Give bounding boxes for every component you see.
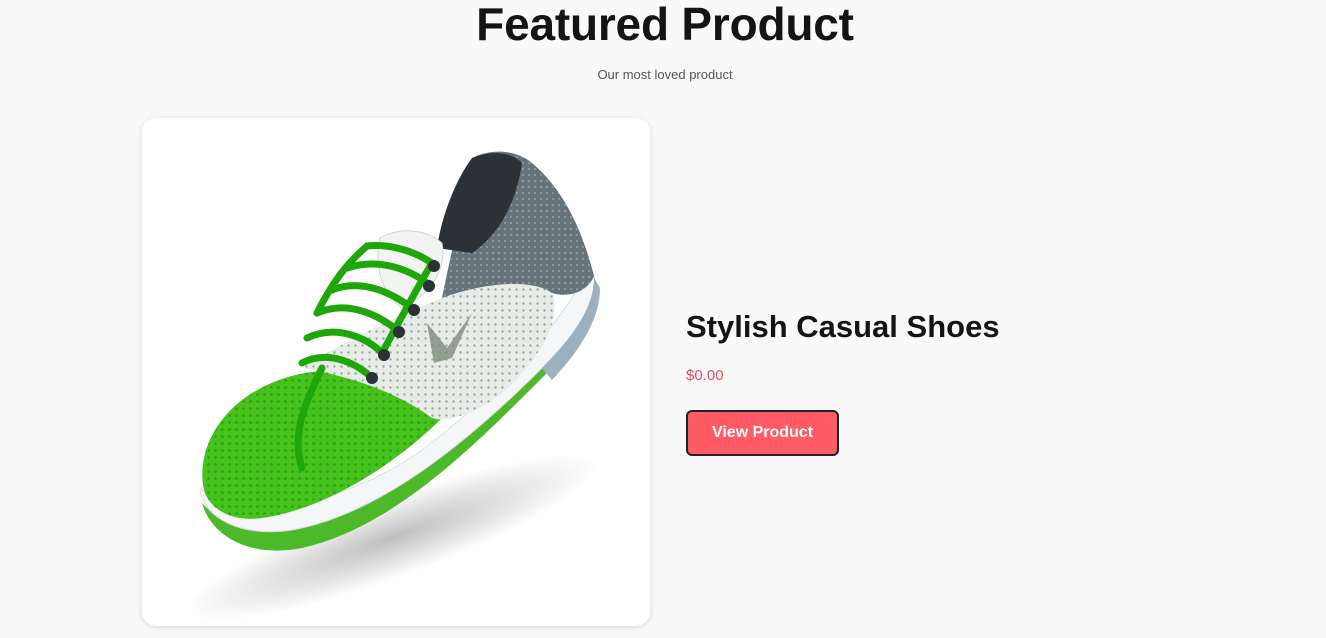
product-name: Stylish Casual Shoes [686,309,1000,344]
section-subtitle: Our most loved product [597,67,733,82]
view-product-button[interactable]: View Product [686,410,839,456]
product-image-shoe [184,151,600,623]
product-price: $0.00 [686,367,724,384]
featured-product-section: Featured Product Our most loved product [0,0,1326,638]
product-image-card[interactable] [142,118,650,626]
section-title: Featured Product [476,0,854,50]
